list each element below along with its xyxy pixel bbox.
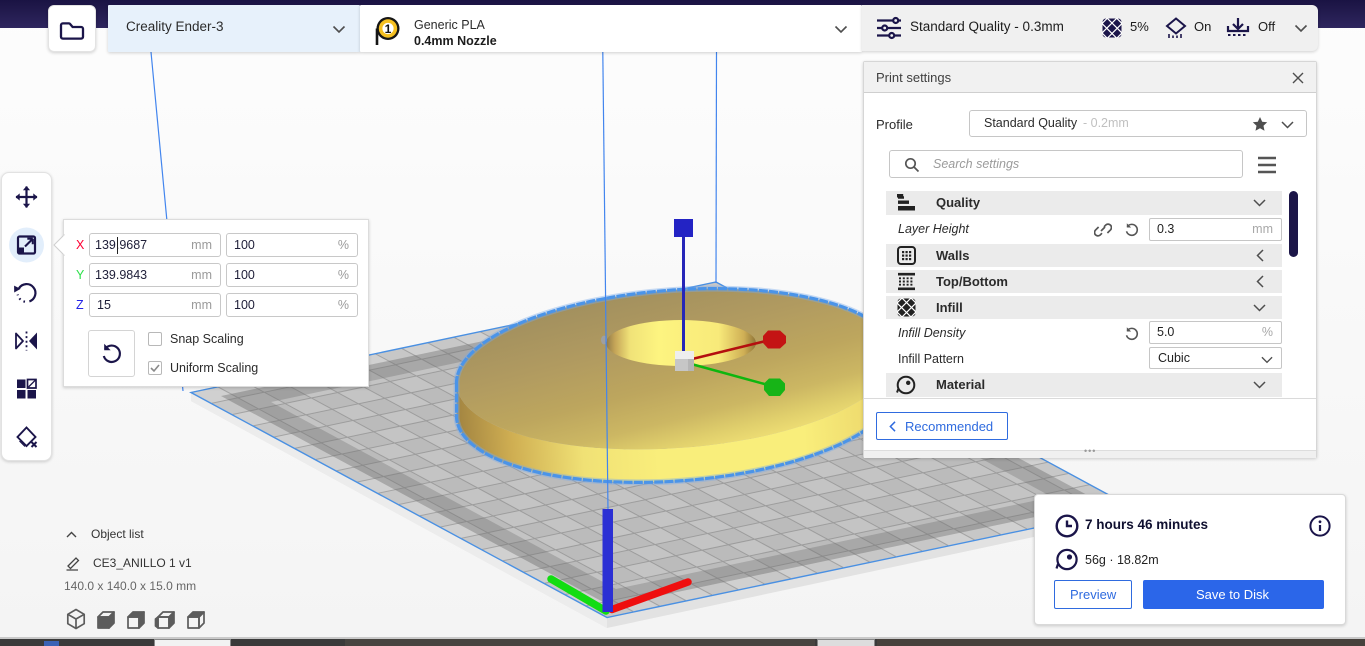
svg-text:1: 1: [385, 22, 392, 36]
